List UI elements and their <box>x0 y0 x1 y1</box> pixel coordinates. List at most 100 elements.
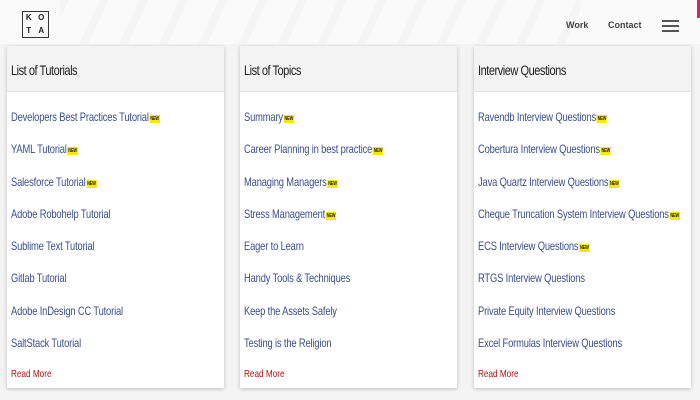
logo-letter: T <box>26 25 33 35</box>
tutorial-link[interactable]: Sublime Text Tutorial <box>11 239 95 254</box>
header-background-pattern <box>60 0 580 44</box>
list-item: Testing is the Religion <box>244 336 457 368</box>
new-badge: NEW <box>609 179 620 188</box>
tutorial-link[interactable]: Developers Best Practices Tutorial NEW <box>11 110 160 124</box>
hamburger-line <box>662 25 679 27</box>
new-badge: NEW <box>596 115 608 123</box>
topic-link[interactable]: Summary NEW <box>244 110 294 124</box>
link-label: Stress Management <box>244 206 326 221</box>
link-label: ECS Interview Questions <box>478 239 579 254</box>
top-navigation-bar: K O T A Work Contact <box>0 0 700 44</box>
list-item: Cheque Truncation System Interview Quest… <box>478 207 691 239</box>
list-item: Cobertura Interview Questions NEW <box>478 142 691 174</box>
new-badge: NEW <box>67 147 78 156</box>
hamburger-menu-icon[interactable] <box>662 20 679 32</box>
link-label: Excel Formulas Interview Questions <box>478 336 622 351</box>
read-more-link[interactable]: Read More <box>244 368 285 380</box>
list-item: Handy Tools & Techniques <box>244 271 457 303</box>
tutorial-link[interactable]: Gitlab Tutorial <box>11 271 67 286</box>
topic-link[interactable]: Career Planning in best practice NEW <box>244 142 384 157</box>
link-label: Career Planning in best practice <box>244 142 373 157</box>
link-label: SaltStack Tutorial <box>11 336 82 351</box>
link-label: Cobertura Interview Questions <box>478 142 600 157</box>
read-more-link[interactable]: Read More <box>11 368 52 380</box>
topic-link[interactable]: Handy Tools & Techniques <box>244 271 350 285</box>
hamburger-line <box>662 20 679 22</box>
card-header: List of Topics <box>240 46 457 92</box>
topic-link[interactable]: Managing Managers NEW <box>244 175 338 189</box>
tutorial-link[interactable]: Adobe InDesign CC Tutorial <box>11 304 123 318</box>
link-label: Developers Best Practices Tutorial <box>11 110 149 124</box>
topics-card: List of Topics Summary NEW Career Plannin… <box>240 46 457 388</box>
interview-question-link[interactable]: Cobertura Interview Questions NEW <box>478 142 611 156</box>
interview-question-link[interactable]: Private Equity Interview Questions <box>478 304 615 318</box>
tutorials-card: List of Tutorials Developers Best Practi… <box>7 46 224 388</box>
list-item: Career Planning in best practice NEW <box>244 142 457 174</box>
new-badge: NEW <box>149 115 160 123</box>
read-more-link[interactable]: Read More <box>478 368 519 380</box>
link-label: Adobe Robohelp Tutorial <box>11 206 111 221</box>
link-label: RTGS Interview Questions <box>478 271 585 286</box>
topic-link[interactable]: Testing is the Religion <box>244 336 332 351</box>
link-label: Cheque Truncation System Interview Quest… <box>478 206 669 221</box>
list-item: Sublime Text Tutorial <box>11 239 224 271</box>
interview-question-link[interactable]: Java Quartz Interview Questions NEW <box>478 174 620 189</box>
list-item: Keep the Assets Safely <box>244 304 457 336</box>
tutorial-link[interactable]: YAML Tutorial NEW <box>11 142 78 156</box>
tutorial-link[interactable]: Salesforce Tutorial NEW <box>11 175 97 189</box>
new-badge: NEW <box>325 211 337 220</box>
list-item: Adobe Robohelp Tutorial <box>11 207 224 239</box>
link-label: Keep the Assets Safely <box>244 303 337 318</box>
link-label: Managing Managers <box>244 174 327 189</box>
list-item: ECS Interview Questions NEW <box>478 239 691 271</box>
link-label: Java Quartz Interview Questions <box>478 174 609 189</box>
topics-list: Summary NEW Career Planning in best pract… <box>240 92 457 368</box>
list-item: Excel Formulas Interview Questions <box>478 336 691 368</box>
link-label: Gitlab Tutorial <box>11 271 67 286</box>
logo-letter: O <box>38 13 46 23</box>
list-item: Java Quartz Interview Questions NEW <box>478 175 691 207</box>
tutorial-link[interactable]: SaltStack Tutorial <box>11 336 81 350</box>
list-item: Stress Management NEW <box>244 207 457 239</box>
interview-question-link[interactable]: ECS Interview Questions NEW <box>478 239 590 254</box>
new-badge: NEW <box>327 179 338 188</box>
card-header: Interview Questions <box>474 46 691 92</box>
nav-link-work[interactable]: Work <box>566 20 588 30</box>
list-item: YAML Tutorial NEW <box>11 142 224 174</box>
topic-link[interactable]: Eager to Learn <box>244 239 304 253</box>
list-item: Managing Managers NEW <box>244 175 457 207</box>
tutorials-list: Developers Best Practices Tutorial NEW YA… <box>7 92 224 368</box>
list-item: Adobe InDesign CC Tutorial <box>11 304 224 336</box>
list-item: Developers Best Practices Tutorial NEW <box>11 110 224 142</box>
link-label: Sublime Text Tutorial <box>11 239 95 254</box>
interview-question-link[interactable]: Excel Formulas Interview Questions <box>478 336 622 350</box>
new-badge: NEW <box>600 147 611 156</box>
kota-logo[interactable]: K O T A <box>22 11 49 38</box>
list-item: SaltStack Tutorial <box>11 336 224 368</box>
link-label: Testing is the Religion <box>244 336 332 351</box>
list-item: RTGS Interview Questions <box>478 271 691 303</box>
link-label: Ravendb Interview Questions <box>478 110 597 124</box>
new-badge: NEW <box>579 244 590 253</box>
link-label: Eager to Learn <box>244 239 304 254</box>
topic-link[interactable]: Keep the Assets Safely <box>244 304 337 318</box>
list-item: Eager to Learn <box>244 239 457 271</box>
tutorial-link[interactable]: Adobe Robohelp Tutorial <box>11 206 111 221</box>
new-badge: NEW <box>669 211 680 220</box>
logo-letter: A <box>38 25 46 35</box>
list-item: Gitlab Tutorial <box>11 271 224 303</box>
interview-question-link[interactable]: RTGS Interview Questions <box>478 271 585 285</box>
card-header: List of Tutorials <box>7 46 224 92</box>
card-title: Interview Questions <box>478 63 566 78</box>
interview-question-link[interactable]: Cheque Truncation System Interview Quest… <box>478 207 680 221</box>
topic-link[interactable]: Stress Management NEW <box>244 206 337 221</box>
link-label: Summary <box>244 110 283 124</box>
card-title: List of Topics <box>244 63 301 78</box>
list-item: Ravendb Interview Questions NEW <box>478 110 691 142</box>
link-label: Private Equity Interview Questions <box>478 303 616 318</box>
nav-link-contact[interactable]: Contact <box>608 20 642 30</box>
link-label: Adobe InDesign CC Tutorial <box>11 303 123 318</box>
interview-question-link[interactable]: Ravendb Interview Questions NEW <box>478 110 608 124</box>
card-title: List of Tutorials <box>11 63 78 78</box>
interview-questions-card: Interview Questions Ravendb Interview Qu… <box>474 46 691 388</box>
